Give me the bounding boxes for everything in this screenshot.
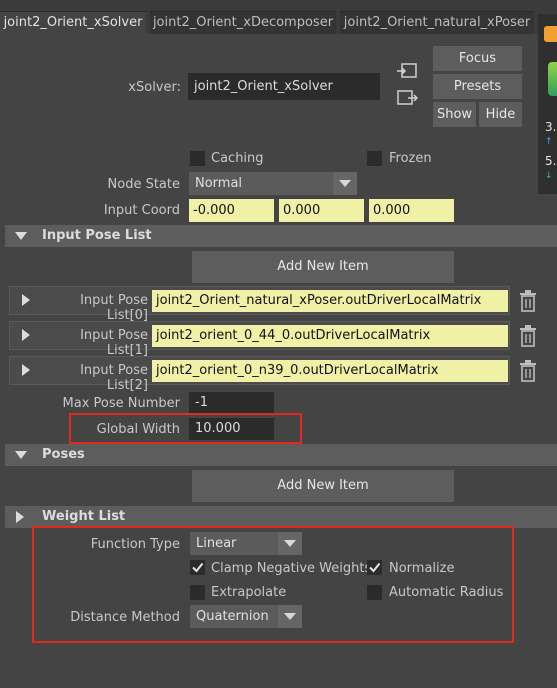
list-item: Input Pose List[0] joint2_Orient_natural… [9, 286, 510, 323]
pose-item-field[interactable]: joint2_orient_0_n39_0.outDriverLocalMatr… [152, 360, 508, 382]
clamp-negative-weights-label: Clamp Negative Weights [211, 561, 372, 576]
function-type-value: Linear [196, 536, 237, 551]
function-type-label: Function Type [90, 537, 180, 552]
expand-arrow-icon[interactable] [22, 329, 30, 341]
automatic-radius-label: Automatic Radius [389, 585, 504, 600]
hide-button[interactable]: Hide [479, 102, 522, 127]
show-button[interactable]: Show [433, 102, 476, 127]
check-icon [369, 562, 381, 573]
side-value-2: 5. [545, 154, 557, 168]
section-title: Input Pose List [42, 228, 152, 243]
input-connection-icon[interactable] [396, 62, 418, 80]
global-width-field[interactable]: 10.000 [189, 418, 274, 440]
node-state-dropdown[interactable]: Normal [189, 172, 357, 195]
global-width-label: Global Width [96, 422, 180, 437]
caching-checkbox[interactable] [190, 151, 205, 166]
add-pose-button[interactable]: Add New Item [192, 470, 454, 502]
clamp-negative-weights-checkbox[interactable] [190, 560, 205, 575]
expand-arrow-icon[interactable] [22, 294, 30, 306]
tab-label: joint2_Orient_xSolver [3, 15, 143, 30]
frozen-checkbox[interactable] [367, 151, 382, 166]
collapse-arrow-icon [15, 451, 27, 459]
poses-header[interactable]: Poses [5, 444, 557, 466]
list-item: Input Pose List[1] joint2_orient_0_44_0.… [9, 321, 510, 358]
caching-label: Caching [211, 151, 264, 166]
check-icon [192, 562, 204, 573]
chevron-down-icon [278, 605, 302, 628]
input-coord-x-field[interactable]: -0.000 [189, 199, 274, 222]
side-panel: 3. ↑ 5. ↓ [538, 14, 557, 194]
tab-xsolver[interactable]: joint2_Orient_xSolver [0, 11, 146, 35]
max-pose-number-field[interactable]: -1 [189, 392, 274, 414]
extrapolate-label: Extrapolate [211, 585, 287, 600]
input-coord-label: Input Coord [103, 203, 180, 218]
trash-icon[interactable] [518, 325, 538, 347]
focus-button[interactable]: Focus [433, 46, 522, 71]
automatic-radius-checkbox[interactable] [367, 585, 382, 600]
input-pose-list-header[interactable]: Input Pose List [5, 225, 557, 247]
extrapolate-checkbox[interactable] [190, 585, 205, 600]
tab-xposer[interactable]: joint2_Orient_natural_xPoser [340, 11, 534, 34]
pose-item-label: Input Pose List[1] [80, 328, 148, 358]
presets-button[interactable]: Presets [433, 74, 522, 99]
pose-item-label: Input Pose List[2] [80, 363, 148, 393]
function-type-dropdown[interactable]: Linear [190, 532, 302, 555]
normalize-checkbox[interactable] [367, 560, 382, 575]
tab-label: joint2_Orient_natural_xPoser [343, 15, 531, 30]
node-state-value: Normal [195, 176, 243, 191]
section-title: Poses [42, 447, 85, 462]
pose-item-field[interactable]: joint2_orient_0_44_0.outDriverLocalMatri… [152, 325, 508, 347]
frozen-label: Frozen [389, 151, 432, 166]
side-value-1: 3. [545, 120, 557, 134]
section-title: Weight List [42, 509, 126, 524]
chevron-down-icon [278, 532, 302, 555]
expand-arrow-icon[interactable] [22, 364, 30, 376]
status-gauge-icon [548, 62, 557, 96]
normalize-label: Normalize [389, 561, 455, 576]
tab-label: joint2_Orient_xDecomposer [152, 15, 334, 30]
pose-item-field[interactable]: joint2_Orient_natural_xPoser.outDriverLo… [152, 290, 508, 312]
trash-icon[interactable] [518, 290, 538, 312]
collapse-arrow-icon [15, 232, 27, 240]
distance-method-value: Quaternion [196, 609, 269, 624]
up-arrow-icon: ↑ [545, 137, 553, 147]
node-state-label: Node State [107, 177, 180, 192]
chevron-down-icon [333, 172, 357, 195]
pose-item-label: Input Pose List[0] [80, 293, 148, 323]
max-pose-number-label: Max Pose Number [62, 396, 180, 411]
expand-arrow-icon [16, 511, 24, 523]
add-input-pose-button[interactable]: Add New Item [192, 251, 454, 283]
weight-list-header[interactable]: Weight List [5, 506, 557, 528]
notification-icon[interactable] [544, 26, 557, 42]
distance-method-label: Distance Method [70, 610, 180, 625]
tab-xdecomposer[interactable]: joint2_Orient_xDecomposer [150, 11, 336, 34]
down-arrow-icon: ↓ [545, 171, 553, 181]
xsolver-name-field[interactable]: joint2_Orient_xSolver [188, 73, 380, 100]
input-coord-z-field[interactable]: 0.000 [369, 199, 454, 222]
distance-method-dropdown[interactable]: Quaternion [190, 605, 302, 628]
trash-icon[interactable] [518, 360, 538, 382]
xsolver-label: xSolver: [128, 80, 181, 95]
input-coord-y-field[interactable]: 0.000 [279, 199, 364, 222]
list-item: Input Pose List[2] joint2_orient_0_n39_0… [9, 356, 510, 393]
output-connection-icon[interactable] [396, 89, 419, 107]
